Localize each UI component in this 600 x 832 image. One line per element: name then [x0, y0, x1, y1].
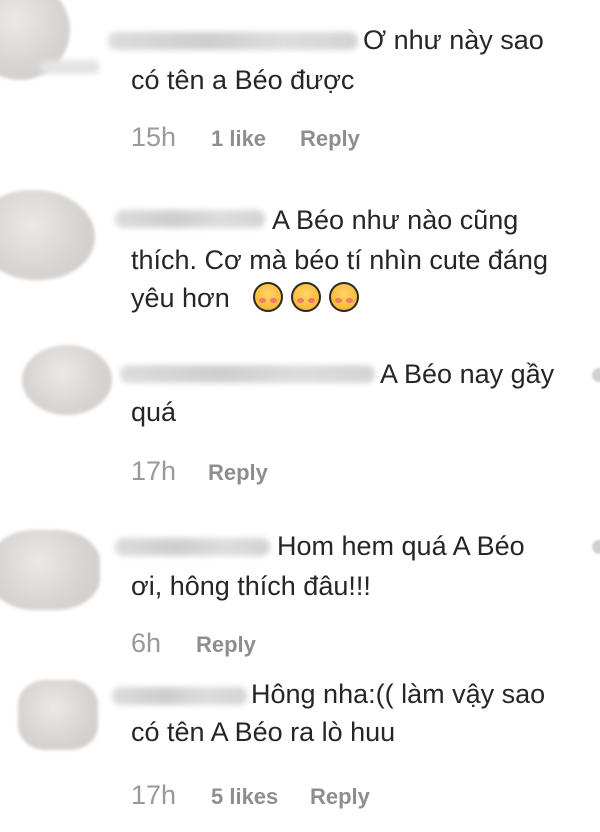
comment-meta: 6h Reply [0, 628, 600, 662]
comment-text-line: Hom hem quá A Béo [277, 531, 525, 561]
avatar[interactable] [22, 345, 112, 415]
reply-button[interactable]: Reply [208, 460, 268, 486]
comment-text-line: A Béo như nào cũng [272, 205, 519, 235]
username-blurred[interactable] [115, 538, 270, 556]
reply-button[interactable]: Reply [310, 784, 370, 810]
comment-text-line: A Béo nay gầy [380, 359, 555, 389]
comment-text-fragment: yêu hơn [131, 283, 230, 313]
comment-item: Ơ như này sao có tên a Béo được 15h 1 li… [0, 0, 600, 175]
kissing-face-blushing-icon [290, 282, 321, 312]
kissing-face-blushing-icon [252, 282, 283, 312]
avatar[interactable] [0, 190, 95, 280]
comment-text-line: Ơ như này sao [363, 25, 544, 55]
username-blurred-secondary [40, 60, 100, 74]
comment-text-line: thích. Cơ mà béo tí nhìn cute đáng [131, 245, 548, 275]
options-dot[interactable] [592, 368, 600, 382]
comment-meta: 17h 5 likes Reply [0, 780, 600, 814]
avatar[interactable] [0, 530, 100, 610]
comment-text-line: quá [131, 397, 177, 427]
comment-meta: 17h Reply [0, 456, 600, 490]
comment-item: Hom hem quá A Béo ơi, hông thích đâu!!! … [0, 510, 600, 670]
username-blurred[interactable] [120, 365, 375, 383]
username-blurred[interactable] [108, 32, 358, 50]
reply-button[interactable]: Reply [196, 632, 256, 658]
comment-text-line: Hông nha:(( làm vậy sao [251, 679, 546, 709]
reply-button[interactable]: Reply [300, 126, 360, 152]
comment-text-line: yêu hơn [131, 278, 367, 318]
username-blurred[interactable] [112, 687, 247, 705]
likes-count-button[interactable]: 5 likes [211, 784, 278, 810]
comment-item: Hông nha:(( làm vậy sao có tên A Béo ra … [0, 672, 600, 832]
comment-timestamp: 17h [131, 456, 177, 486]
comment-item: A Béo như nào cũng thích. Cơ mà béo tí n… [0, 190, 600, 330]
comment-text-line: có tên a Béo được [131, 65, 355, 95]
likes-count-button[interactable]: 1 like [211, 126, 266, 152]
comment-meta: 15h 1 like Reply [0, 122, 600, 156]
options-dot[interactable] [592, 540, 600, 554]
comment-timestamp: 17h [131, 780, 177, 810]
username-blurred[interactable] [115, 210, 265, 228]
comment-timestamp: 6h [131, 628, 162, 658]
comment-text-line: có tên A Béo ra lò huu [131, 717, 396, 747]
avatar[interactable] [18, 680, 98, 750]
comment-item: A Béo nay gầy quá 17h Reply [0, 340, 600, 505]
comment-timestamp: 15h [131, 122, 177, 152]
kissing-face-blushing-icon [328, 282, 359, 312]
comment-text-line: ơi, hông thích đâu!!! [131, 571, 371, 601]
